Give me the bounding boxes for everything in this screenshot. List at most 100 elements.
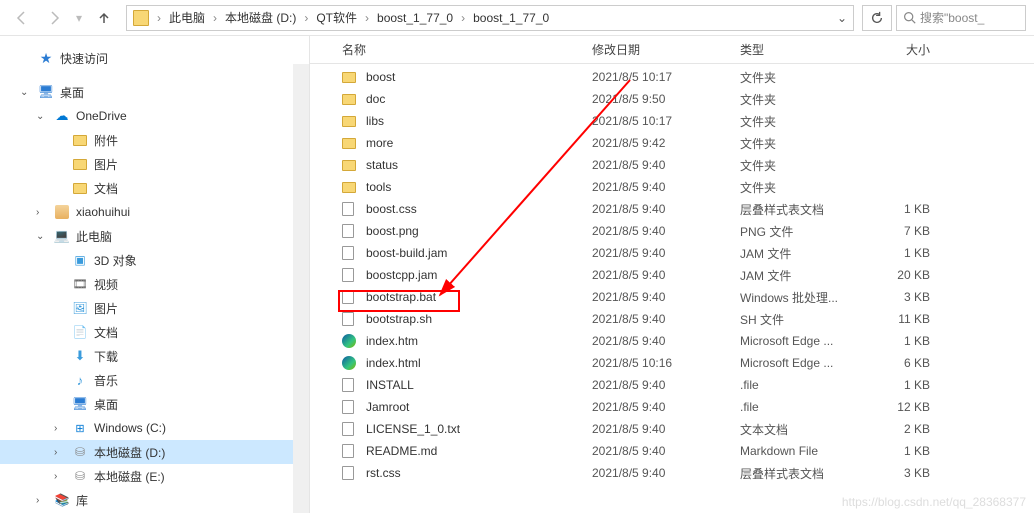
windows-disk-icon: ⊞ [72, 420, 88, 436]
file-type: JAM 文件 [740, 267, 870, 284]
file-icon [342, 443, 360, 459]
column-size[interactable]: 大小 [870, 41, 930, 58]
sidebar-label: 文档 [94, 324, 118, 341]
file-size: 12 KB [870, 400, 930, 414]
file-row[interactable]: bootstrap.bat2021/8/5 9:40Windows 批处理...… [310, 286, 1034, 308]
address-dropdown-icon[interactable]: ⌄ [837, 11, 847, 25]
file-row[interactable]: boost-build.jam2021/8/5 9:40JAM 文件1 KB [310, 242, 1034, 264]
column-type[interactable]: 类型 [740, 41, 870, 58]
sidebar-videos[interactable]: 🎞视频 [0, 272, 309, 296]
sidebar-desktop[interactable]: ⌄🖥桌面 [0, 80, 309, 104]
sidebar-documents[interactable]: 文档 [0, 176, 309, 200]
file-icon [342, 201, 360, 217]
file-date: 2021/8/5 9:40 [592, 268, 740, 282]
chevron-right-icon[interactable]: › [459, 11, 467, 25]
file-row[interactable]: status2021/8/5 9:40文件夹 [310, 154, 1034, 176]
sidebar-onedrive[interactable]: ⌄☁OneDrive [0, 104, 309, 128]
file-name: bootstrap.bat [366, 290, 592, 304]
file-size: 1 KB [870, 202, 930, 216]
file-row[interactable]: doc2021/8/5 9:50文件夹 [310, 88, 1034, 110]
file-name: README.md [366, 444, 592, 458]
sidebar-downloads[interactable]: ⬇下载 [0, 344, 309, 368]
file-type: .file [740, 378, 870, 392]
chevron-right-icon[interactable]: › [302, 11, 310, 25]
breadcrumb-2[interactable]: QT软件 [312, 9, 361, 26]
sidebar-library[interactable]: ›📚库 [0, 488, 309, 512]
chevron-right-icon[interactable]: › [211, 11, 219, 25]
sidebar-documents2[interactable]: 📄 文档 [0, 320, 309, 344]
sidebar-attachments[interactable]: 附件 [0, 128, 309, 152]
sidebar-quick-access[interactable]: ★快速访问 [0, 46, 309, 70]
recent-dropdown[interactable]: ▾ [72, 4, 86, 32]
file-icon [342, 399, 360, 415]
forward-button[interactable] [40, 4, 68, 32]
file-type: Microsoft Edge ... [740, 356, 870, 370]
star-icon: ★ [38, 50, 54, 66]
sidebar-label: 桌面 [60, 84, 84, 101]
back-button[interactable] [8, 4, 36, 32]
sidebar-desktop2[interactable]: 🖥桌面 [0, 392, 309, 416]
breadcrumb-3[interactable]: boost_1_77_0 [373, 11, 457, 25]
download-icon: ⬇ [72, 348, 88, 364]
sidebar: ★快速访问 ⌄🖥桌面 ⌄☁OneDrive 附件 图片 文档 ›xiaohuih… [0, 36, 310, 513]
column-name[interactable]: 名称 [342, 41, 592, 58]
file-row[interactable]: libs2021/8/5 10:17文件夹 [310, 110, 1034, 132]
sidebar-pictures[interactable]: 图片 [0, 152, 309, 176]
breadcrumb-1[interactable]: 本地磁盘 (D:) [221, 9, 300, 26]
file-type: JAM 文件 [740, 245, 870, 262]
file-date: 2021/8/5 9:40 [592, 444, 740, 458]
file-date: 2021/8/5 9:40 [592, 422, 740, 436]
file-row[interactable]: Jamroot2021/8/5 9:40.file12 KB [310, 396, 1034, 418]
file-icon [342, 355, 360, 371]
breadcrumb-0[interactable]: 此电脑 [165, 9, 209, 26]
file-date: 2021/8/5 9:40 [592, 290, 740, 304]
file-row[interactable]: boost.css2021/8/5 9:40层叠样式表文档1 KB [310, 198, 1034, 220]
search-input[interactable]: 搜索"boost_ [896, 5, 1026, 31]
file-row[interactable]: LICENSE_1_0.txt2021/8/5 9:40文本文档2 KB [310, 418, 1034, 440]
file-size: 1 KB [870, 334, 930, 348]
file-name: boost.css [366, 202, 592, 216]
file-row[interactable]: tools2021/8/5 9:40文件夹 [310, 176, 1034, 198]
sidebar-this-pc[interactable]: ⌄💻此电脑 [0, 224, 309, 248]
chevron-right-icon[interactable]: › [363, 11, 371, 25]
sidebar-label: OneDrive [76, 109, 127, 123]
file-row[interactable]: more2021/8/5 9:42文件夹 [310, 132, 1034, 154]
column-date[interactable]: 修改日期 [592, 41, 740, 58]
sidebar-user[interactable]: ›xiaohuihui [0, 200, 309, 224]
search-placeholder: 搜索"boost_ [920, 9, 984, 26]
sidebar-label: 3D 对象 [94, 252, 137, 269]
sidebar-disk-c[interactable]: ›⊞Windows (C:) [0, 416, 309, 440]
file-date: 2021/8/5 9:40 [592, 378, 740, 392]
breadcrumb-4[interactable]: boost_1_77_0 [469, 11, 553, 25]
sidebar-3d-objects[interactable]: ▣ 3D 对象 [0, 248, 309, 272]
folder-icon [72, 180, 88, 196]
address-bar[interactable]: › 此电脑 › 本地磁盘 (D:) › QT软件 › boost_1_77_0 … [126, 5, 854, 31]
sidebar-music[interactable]: ♪音乐 [0, 368, 309, 392]
sidebar-disk-e[interactable]: ›⛁本地磁盘 (E:) [0, 464, 309, 488]
file-row[interactable]: boost2021/8/5 10:17文件夹 [310, 66, 1034, 88]
file-name: INSTALL [366, 378, 592, 392]
file-row[interactable]: INSTALL2021/8/5 9:40.file1 KB [310, 374, 1034, 396]
file-date: 2021/8/5 10:16 [592, 356, 740, 370]
file-size: 1 KB [870, 444, 930, 458]
chevron-right-icon[interactable]: › [155, 11, 163, 25]
file-icon [342, 333, 360, 349]
sidebar-scrollbar[interactable] [293, 64, 309, 513]
3d-icon: ▣ [72, 252, 88, 268]
file-row[interactable]: boost.png2021/8/5 9:40PNG 文件7 KB [310, 220, 1034, 242]
file-name: boost.png [366, 224, 592, 238]
sidebar-pictures2[interactable]: 🖼图片 [0, 296, 309, 320]
sidebar-label: Windows (C:) [94, 421, 166, 435]
file-row[interactable]: README.md2021/8/5 9:40Markdown File1 KB [310, 440, 1034, 462]
file-icon [342, 465, 360, 481]
refresh-button[interactable] [862, 5, 892, 31]
document-icon: 📄 [72, 324, 88, 340]
file-row[interactable]: bootstrap.sh2021/8/5 9:40SH 文件11 KB [310, 308, 1034, 330]
file-name: bootstrap.sh [366, 312, 592, 326]
sidebar-disk-d[interactable]: ›⛁本地磁盘 (D:) [0, 440, 309, 464]
file-row[interactable]: boostcpp.jam2021/8/5 9:40JAM 文件20 KB [310, 264, 1034, 286]
file-row[interactable]: index.htm2021/8/5 9:40Microsoft Edge ...… [310, 330, 1034, 352]
file-row[interactable]: index.html2021/8/5 10:16Microsoft Edge .… [310, 352, 1034, 374]
up-button[interactable] [90, 4, 118, 32]
file-row[interactable]: rst.css2021/8/5 9:40层叠样式表文档3 KB [310, 462, 1034, 484]
